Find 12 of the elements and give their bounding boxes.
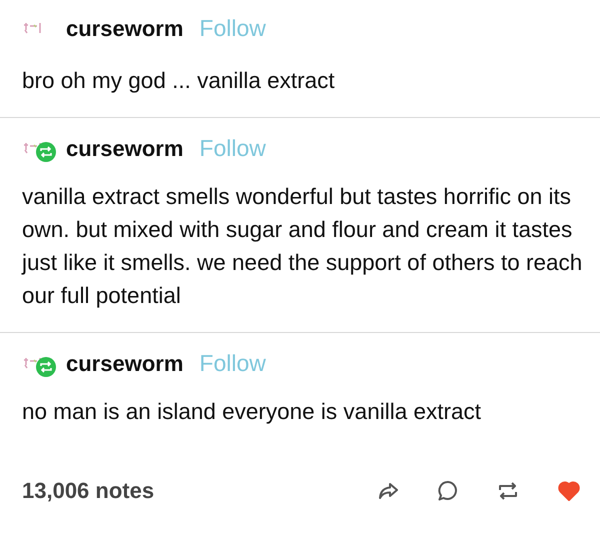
username[interactable]: curseworm (66, 346, 184, 380)
post-text: vanilla extract smells wonderful but tastes horrific on its own. but mixed with sugar and flour and cream it tastes just like it smells. we need the support of others to reach our full potential (22, 183, 584, 310)
post-text: no man is an island everyone is vanilla extract (22, 398, 482, 426)
avatar-icon[interactable] (22, 21, 44, 35)
comment-icon[interactable] (436, 478, 460, 502)
heart-icon[interactable] (556, 478, 582, 502)
notes-count[interactable]: 13,006 notes (22, 474, 154, 507)
username[interactable]: curseworm (66, 132, 184, 164)
avatar-icon[interactable] (22, 356, 44, 370)
username[interactable]: curseworm (66, 12, 184, 44)
post-text: bro oh my god ... vanilla extract (22, 67, 336, 95)
avatar-icon[interactable] (22, 141, 44, 155)
